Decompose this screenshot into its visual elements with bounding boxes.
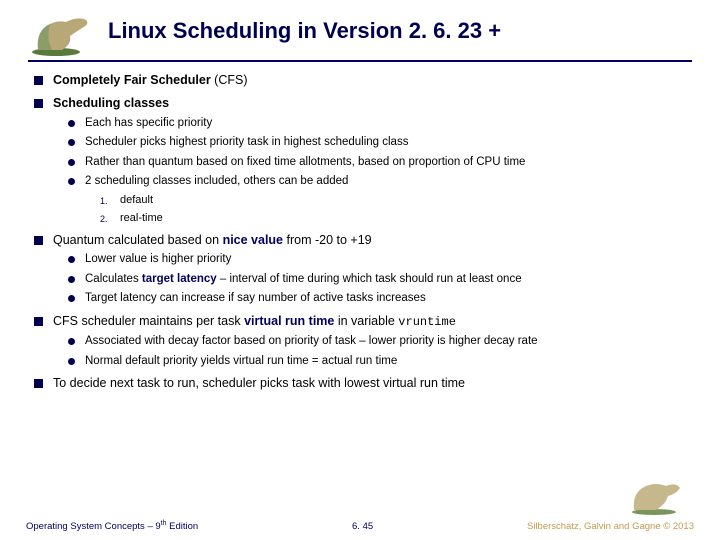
title-divider bbox=[28, 60, 692, 62]
bullet-nice-value: Quantum calculated based on nice value f… bbox=[34, 232, 692, 249]
sub-bullet: Scheduler picks highest priority task in… bbox=[68, 135, 692, 151]
sub-bullet: Lower value is higher priority bbox=[68, 252, 692, 268]
square-bullet-icon bbox=[34, 99, 43, 108]
dot-bullet-icon bbox=[68, 276, 75, 283]
slide-body: Completely Fair Scheduler (CFS) Scheduli… bbox=[28, 72, 692, 392]
square-bullet-icon bbox=[34, 236, 43, 245]
dot-bullet-icon bbox=[68, 338, 75, 345]
square-bullet-icon bbox=[34, 379, 43, 388]
numbered-item: 1.default bbox=[100, 193, 692, 208]
dot-bullet-icon bbox=[68, 295, 75, 302]
sub-bullet: Associated with decay factor based on pr… bbox=[68, 334, 692, 350]
bullet-vruntime: CFS scheduler maintains per task virtual… bbox=[34, 313, 692, 330]
sub-bullet: Normal default priority yields virtual r… bbox=[68, 354, 692, 370]
dot-bullet-icon bbox=[68, 256, 75, 263]
dot-bullet-icon bbox=[68, 178, 75, 185]
dot-bullet-icon bbox=[68, 358, 75, 365]
bullet-cfs: Completely Fair Scheduler (CFS) bbox=[34, 72, 692, 89]
slide-title: Linux Scheduling in Version 2. 6. 23 + bbox=[104, 10, 692, 44]
sub-bullet: Rather than quantum based on fixed time … bbox=[68, 155, 692, 171]
footer-copyright: Silberschatz, Galvin and Gagne © 2013 bbox=[527, 521, 694, 532]
dot-bullet-icon bbox=[68, 139, 75, 146]
sub-bullet: 2 scheduling classes included, others ca… bbox=[68, 174, 692, 190]
dinosaur-left-image bbox=[28, 10, 100, 58]
square-bullet-icon bbox=[34, 76, 43, 85]
sub-bullet: Calculates target latency – interval of … bbox=[68, 272, 692, 288]
dot-bullet-icon bbox=[68, 120, 75, 127]
bullet-decide-next: To decide next task to run, scheduler pi… bbox=[34, 375, 692, 392]
slide-footer: Operating System Concepts – 9th Edition … bbox=[0, 520, 720, 532]
numbered-item: 2.real-time bbox=[100, 211, 692, 226]
dot-bullet-icon bbox=[68, 159, 75, 166]
bullet-sched-classes: Scheduling classes bbox=[34, 95, 692, 112]
footer-book-title: Operating System Concepts – 9th Edition bbox=[26, 520, 198, 532]
sub-bullet: Target latency can increase if say numbe… bbox=[68, 291, 692, 307]
dinosaur-right-image bbox=[626, 476, 688, 516]
sub-bullet: Each has specific priority bbox=[68, 116, 692, 132]
footer-page-number: 6. 45 bbox=[352, 521, 373, 532]
square-bullet-icon bbox=[34, 317, 43, 326]
